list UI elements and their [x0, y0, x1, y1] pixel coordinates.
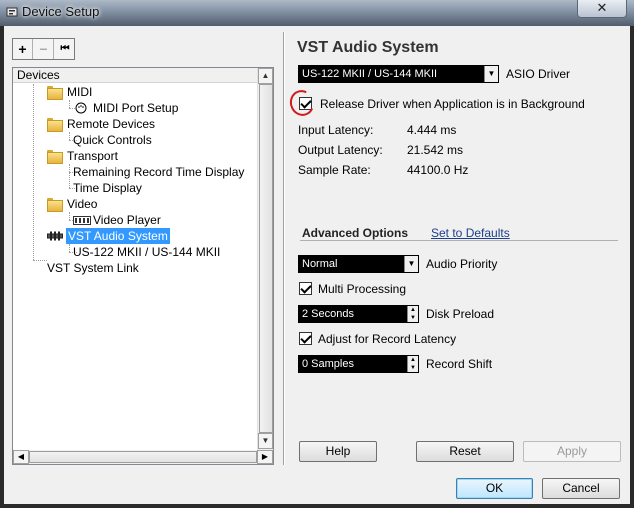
tree-item-label: MIDI [67, 85, 93, 99]
record-shift-label: Record Shift [426, 357, 493, 371]
adjust-record-latency-label: Adjust for Record Latency [318, 332, 457, 346]
tree-connector [69, 100, 70, 108]
folder-icon [47, 150, 63, 164]
asio-driver-select[interactable]: US-122 MKII / US-144 MKII ▼ [298, 65, 499, 83]
tree-connector [69, 244, 70, 252]
tree-item-label: Video [67, 197, 98, 211]
input-latency-label: Input Latency: [298, 123, 374, 137]
tree-item-label: Transport [67, 149, 118, 163]
tree-connector [69, 212, 70, 220]
scroll-thumb[interactable] [259, 84, 273, 433]
tree-connector [69, 164, 70, 188]
remove-device-button[interactable]: − [34, 39, 54, 59]
tree-item-label: Time Display [73, 181, 142, 195]
close-button[interactable]: ✕ [577, 0, 627, 18]
input-latency-value: 4.444 ms [407, 123, 457, 137]
close-icon: ✕ [596, 0, 608, 15]
scroll-right-icon[interactable]: ▶ [257, 450, 273, 464]
record-shift-value: 0 Samples [302, 358, 354, 370]
tree-item-label: US-122 MKII / US-144 MKII [73, 245, 221, 259]
folder-icon [47, 118, 63, 132]
multi-processing-label: Multi Processing [318, 282, 407, 296]
scroll-up-icon[interactable]: ▲ [258, 68, 273, 84]
tree-vertical-scrollbar[interactable]: ▲ ▼ [257, 68, 273, 450]
tree-item-label: MIDI Port Setup [93, 101, 179, 115]
sample-rate-value: 44100.0 Hz [407, 163, 469, 177]
disk-preload-value: 2 Seconds [302, 308, 354, 320]
tree-connector [69, 132, 70, 140]
set-to-defaults-link[interactable]: Set to Defaults [431, 226, 510, 240]
record-shift-stepper[interactable]: 0 Samples ▲ ▼ [298, 355, 419, 373]
plus-icon: + [18, 41, 27, 57]
output-latency-value: 21.542 ms [407, 143, 464, 157]
chevron-up-icon[interactable]: ▲ [407, 306, 418, 314]
ok-button[interactable]: OK [456, 478, 533, 499]
help-button[interactable]: Help [299, 441, 377, 462]
release-driver-label: Release Driver when Application is in Ba… [320, 97, 585, 111]
audio-priority-value: Normal [302, 258, 338, 270]
annotation-circle [286, 86, 318, 120]
tree-item-label: VST Audio System [66, 228, 170, 244]
app-icon [6, 7, 18, 17]
dialog-body: + − ⏮ Devices MIDI MIDI Port Setup Remot… [4, 26, 630, 504]
chevron-down-icon: ▼ [484, 66, 498, 82]
vst-audio-icon [47, 231, 63, 241]
chevron-down-icon[interactable]: ▼ [407, 314, 418, 322]
video-icon [73, 216, 91, 225]
audio-priority-select[interactable]: Normal ▼ [298, 255, 419, 273]
devices-header: Devices [13, 68, 273, 83]
disk-preload-label: Disk Preload [426, 307, 495, 321]
apply-button[interactable]: Apply [523, 441, 621, 462]
advanced-options-heading: Advanced Options [302, 226, 409, 240]
skip-back-icon: ⏮ [60, 43, 70, 54]
scroll-down-icon[interactable]: ▼ [258, 433, 273, 449]
devices-panel: Devices MIDI MIDI Port Setup Remote Devi… [12, 67, 274, 465]
adjust-record-latency-checkbox[interactable] [299, 332, 312, 345]
tree-connector [33, 84, 34, 260]
scroll-left-icon[interactable]: ◀ [13, 450, 29, 464]
folder-icon [47, 86, 63, 100]
panel-divider[interactable] [283, 32, 285, 465]
minus-icon: − [39, 41, 48, 57]
device-toolbar: + − ⏮ [12, 38, 75, 60]
asio-driver-label: ASIO Driver [506, 67, 571, 81]
asio-driver-value: US-122 MKII / US-144 MKII [302, 68, 438, 80]
device-tree: MIDI MIDI Port Setup Remote Devices Quic… [13, 84, 257, 451]
section-divider [300, 240, 618, 241]
title-bar: Device Setup ✕ [0, 0, 634, 26]
tree-item-label: Quick Controls [73, 133, 152, 147]
tree-item-label: VST System Link [47, 261, 139, 275]
tree-horizontal-scrollbar[interactable]: ◀ ▶ [13, 450, 273, 464]
sample-rate-label: Sample Rate: [298, 163, 371, 177]
midi-port-icon [75, 102, 87, 114]
folder-icon [47, 198, 63, 212]
chevron-down-icon: ▼ [404, 256, 418, 272]
tree-connector [33, 260, 47, 261]
window-title: Device Setup [22, 4, 100, 19]
reset-device-button[interactable]: ⏮ [55, 39, 75, 59]
scroll-thumb[interactable] [29, 451, 257, 463]
output-latency-label: Output Latency: [298, 143, 383, 157]
page-title: VST Audio System [297, 39, 439, 56]
chevron-down-icon[interactable]: ▼ [407, 364, 418, 372]
tree-item-label: Remaining Record Time Display [73, 165, 245, 179]
multi-processing-checkbox[interactable] [299, 282, 312, 295]
reset-button[interactable]: Reset [416, 441, 514, 462]
audio-priority-label: Audio Priority [426, 257, 498, 271]
tree-item-label: Remote Devices [67, 117, 156, 131]
chevron-up-icon[interactable]: ▲ [407, 356, 418, 364]
disk-preload-stepper[interactable]: 2 Seconds ▲ ▼ [298, 305, 419, 323]
cancel-button[interactable]: Cancel [542, 478, 620, 499]
add-device-button[interactable]: + [13, 39, 33, 59]
tree-item-label: Video Player [93, 213, 161, 227]
